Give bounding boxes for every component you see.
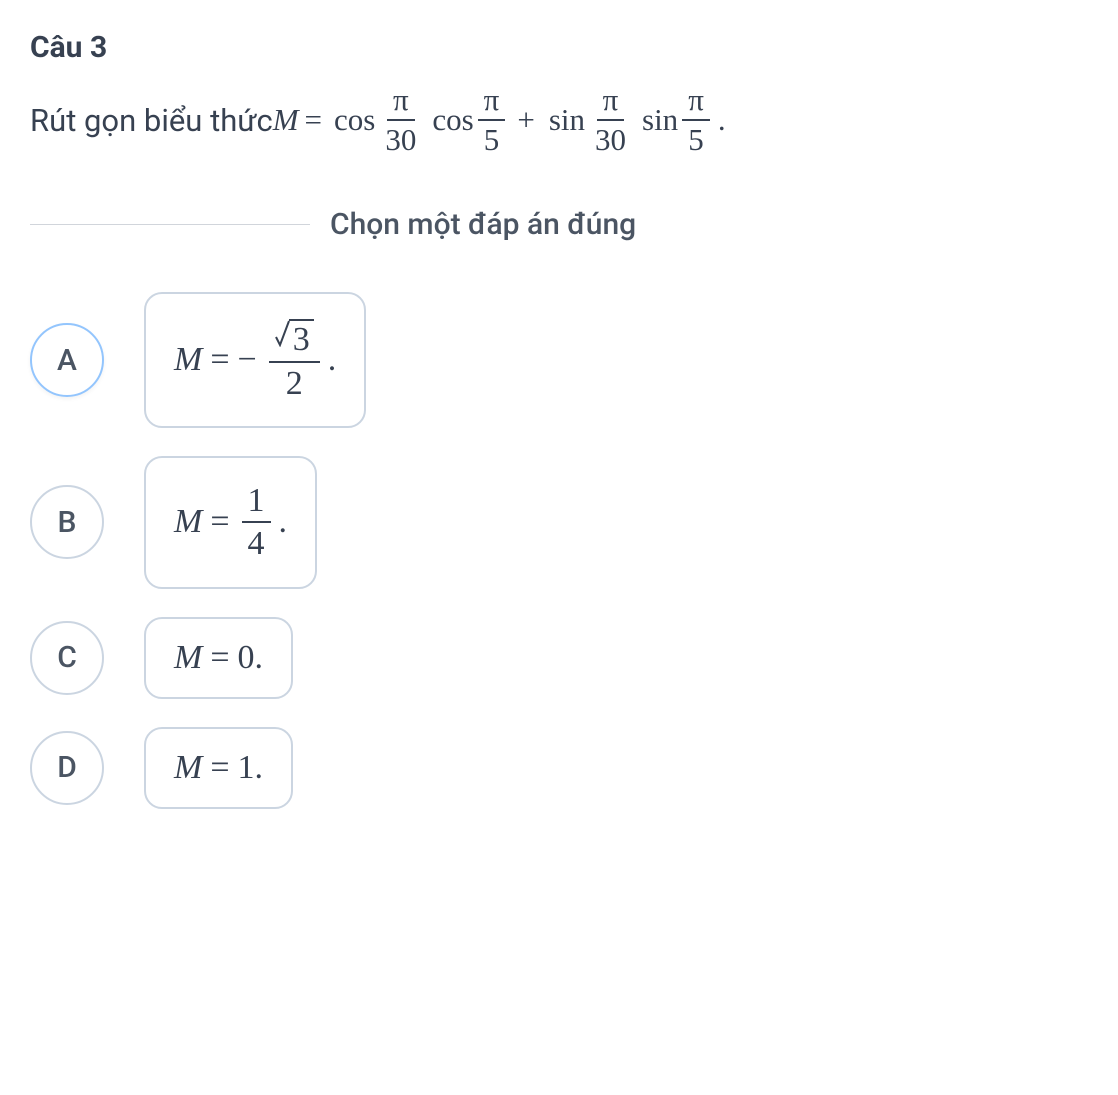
option-B[interactable]: B M = 1 4 . [30, 456, 1088, 589]
equals-sign: = [210, 341, 229, 379]
numerator-sqrt3: 3 [269, 318, 320, 362]
fraction-pi-30: π 30 [379, 83, 422, 157]
equals-sign: = [210, 749, 229, 787]
cos-function: cos [432, 102, 473, 138]
denominator-2: 2 [280, 363, 309, 402]
fraction-pi-5: π 5 [478, 83, 506, 157]
denominator-5: 5 [478, 121, 506, 157]
options-list: A M = − 3 2 . [30, 292, 1088, 809]
denominator-5: 5 [682, 121, 710, 157]
question-container: Câu 3 Rút gọn biểu thức M = cos π 30 cos… [30, 30, 1088, 809]
fraction-sqrt3-2: 3 2 [269, 318, 320, 402]
numerator-1: 1 [242, 482, 271, 523]
option-letter-A[interactable]: A [30, 323, 104, 397]
option-C[interactable]: C M = 0 . [30, 617, 1088, 699]
denominator-30: 30 [379, 121, 422, 157]
question-text: Rút gọn biểu thức M = cos π 30 cos π 5 +… [30, 83, 1088, 157]
option-box-A[interactable]: M = − 3 2 . [144, 292, 366, 428]
option-letter-D[interactable]: D [30, 731, 104, 805]
fraction-1-4: 1 4 [242, 482, 271, 563]
numerator-pi: π [478, 83, 506, 121]
sin-function: sin [642, 102, 678, 138]
variable-M: M [174, 341, 202, 379]
variable-M: M [174, 639, 202, 677]
option-D[interactable]: D M = 1 . [30, 727, 1088, 809]
option-A[interactable]: A M = − 3 2 . [30, 292, 1088, 428]
instruction-text: Chọn một đáp án đúng [310, 207, 656, 242]
period: . [279, 503, 288, 541]
instruction-row: Chọn một đáp án đúng [30, 207, 1088, 242]
value-1: 1 [238, 749, 255, 787]
option-box-C[interactable]: M = 0 . [144, 617, 293, 699]
divider-line [30, 224, 310, 225]
cos-function: cos [334, 102, 375, 138]
variable-M: M [273, 102, 299, 138]
equals-sign: = [305, 102, 322, 138]
period: . [255, 639, 264, 677]
sqrt-symbol: 3 [275, 319, 314, 358]
option-box-D[interactable]: M = 1 . [144, 727, 293, 809]
sin-function: sin [549, 102, 585, 138]
equals-sign: = [210, 639, 229, 677]
numerator-pi: π [387, 83, 415, 121]
option-letter-C[interactable]: C [30, 621, 104, 695]
numerator-pi: π [682, 83, 710, 121]
fraction-pi-5: π 5 [682, 83, 710, 157]
minus-sign: − [238, 341, 257, 379]
option-letter-B[interactable]: B [30, 485, 104, 559]
period: . [718, 102, 726, 138]
option-box-B[interactable]: M = 1 4 . [144, 456, 317, 589]
question-number: Câu 3 [30, 30, 1088, 65]
numerator-pi: π [597, 83, 625, 121]
value-0: 0 [238, 639, 255, 677]
denominator-4: 4 [242, 523, 271, 562]
plus-sign: + [517, 102, 534, 138]
variable-M: M [174, 503, 202, 541]
fraction-pi-30: π 30 [589, 83, 632, 157]
math-expression: M = cos π 30 cos π 5 + sin π 30 sin π 5 [273, 83, 726, 157]
period: . [255, 749, 264, 787]
period: . [328, 341, 337, 379]
question-prefix: Rút gọn biểu thức [30, 102, 273, 139]
variable-M: M [174, 749, 202, 787]
equals-sign: = [210, 503, 229, 541]
sqrt-radicand: 3 [289, 319, 314, 358]
denominator-30: 30 [589, 121, 632, 157]
